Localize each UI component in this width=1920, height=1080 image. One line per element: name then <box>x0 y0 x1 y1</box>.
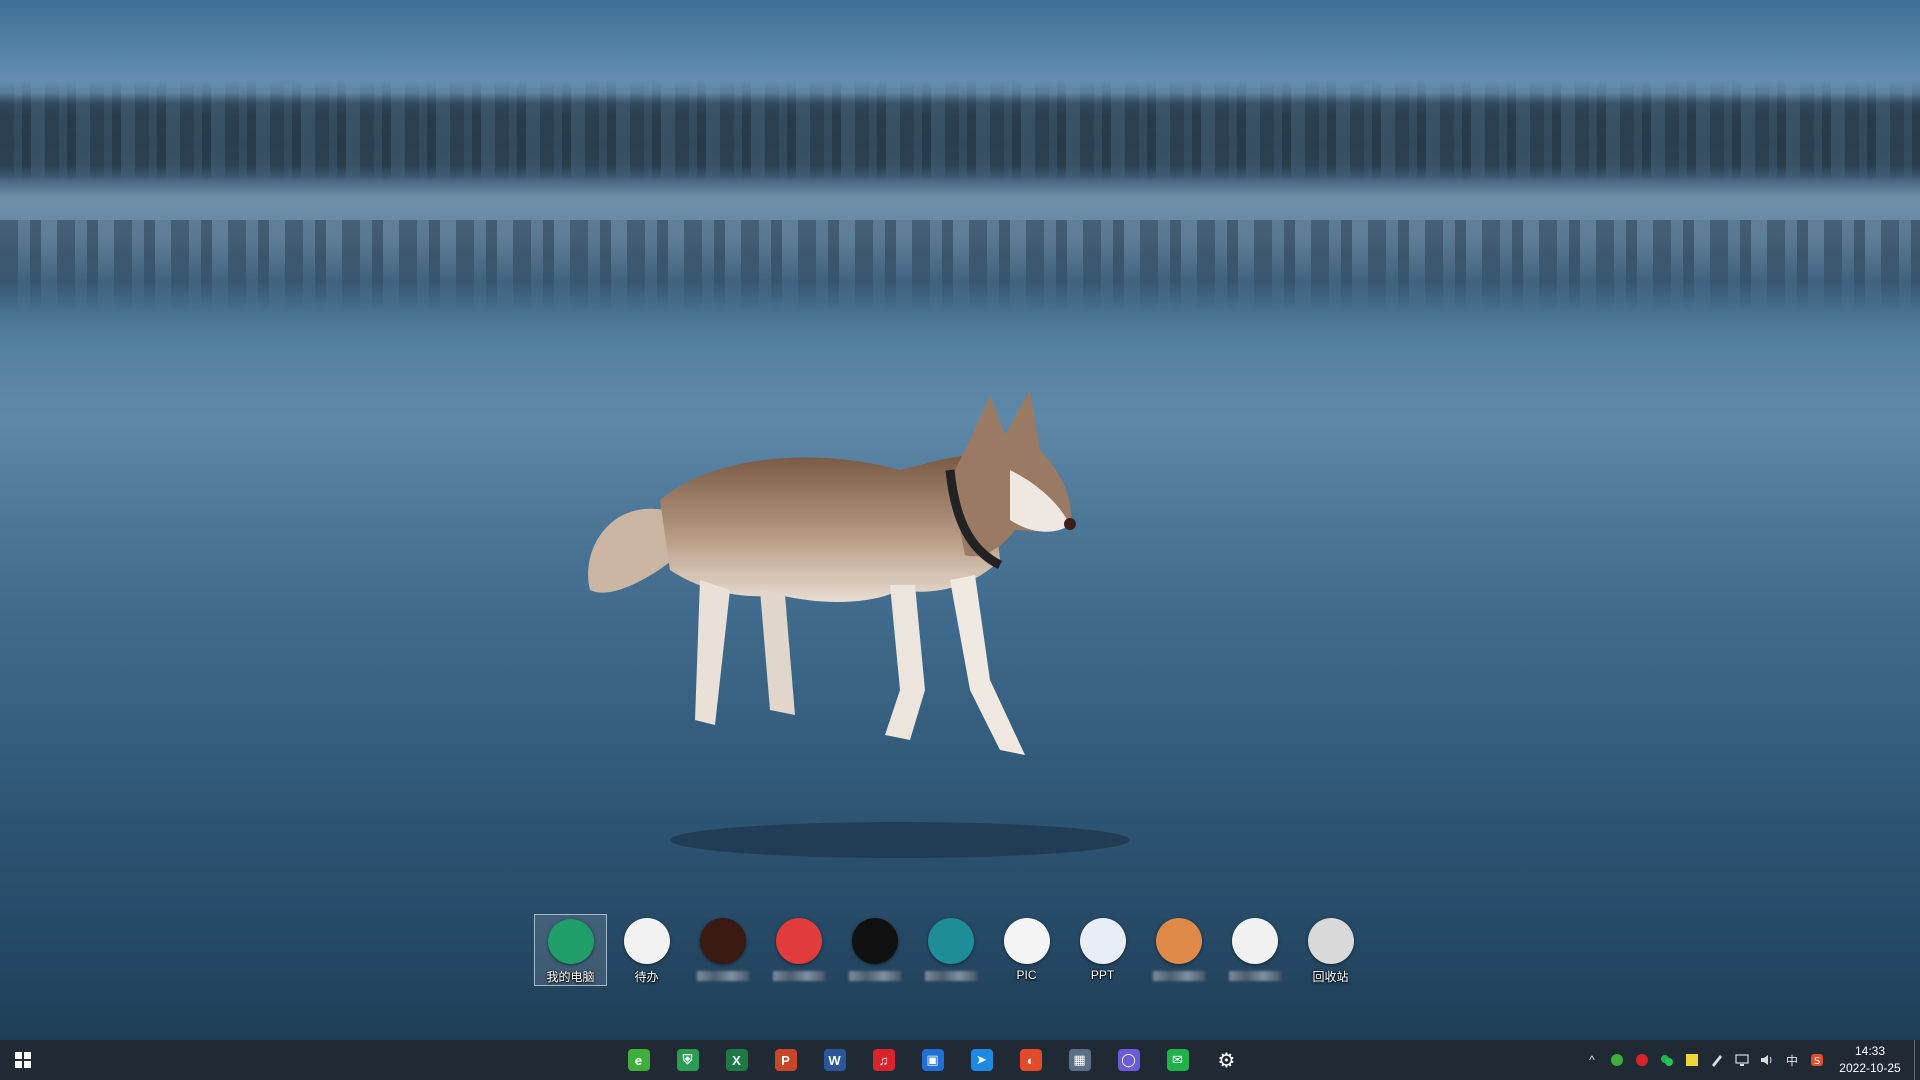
red-pinwheel-app-icon <box>775 918 822 964</box>
desktop-icon-label: 回收站 <box>1312 970 1349 984</box>
taskbar-app-button[interactable]: e <box>614 1040 663 1080</box>
arrow-app-icon: ➤ <box>970 1049 993 1071</box>
taskbar-app-button[interactable]: ➤ <box>957 1040 1006 1080</box>
red-swirl-app-icon: ◐ <box>1019 1049 1042 1071</box>
compass-todo-icon <box>623 918 670 964</box>
teal-wave-app-icon <box>927 918 974 964</box>
tray-network-icon[interactable] <box>1734 1052 1750 1068</box>
netease-music-icon: ♫ <box>872 1049 895 1071</box>
green-shield-icon: ⛨ <box>676 1049 699 1071</box>
shield-pc-icon <box>547 919 594 964</box>
desktop-icon-row: 我的电脑 待办 PIC PPT 回收站 <box>534 914 1370 986</box>
taskbar-app-button[interactable]: P <box>761 1040 810 1080</box>
powerpoint-icon: P <box>774 1049 797 1071</box>
desktop-icon[interactable] <box>686 914 759 986</box>
clock-time: 14:33 <box>1854 1044 1886 1058</box>
taskbar-clock[interactable]: 14:33 2022-10-25 <box>1830 1043 1910 1077</box>
tray-ime-indicator[interactable]: 中 <box>1784 1052 1800 1068</box>
tray-volume-icon[interactable] <box>1759 1052 1775 1068</box>
desktop-icon-label-redacted <box>1228 971 1281 981</box>
blue-app-icon: ▣ <box>921 1049 944 1071</box>
desktop-icon-label-redacted <box>848 971 901 981</box>
desktop-icon-label-redacted <box>924 971 977 981</box>
desktop-icon-label-redacted <box>772 971 825 981</box>
tray-overflow-chevron-icon[interactable]: ^ <box>1584 1052 1600 1068</box>
taskbar-pinned-apps: e ⛨ X P W ♫ ▣ ➤ ◐ ▦ ◯ ✉ ⚙ <box>614 1040 1251 1080</box>
tray-sticky-note-icon[interactable] <box>1684 1052 1700 1068</box>
desktop-icon[interactable]: 我的电脑 <box>534 914 607 986</box>
taskbar-app-button[interactable]: X <box>712 1040 761 1080</box>
green-browser-icon: e <box>627 1049 650 1071</box>
tray-pen-icon[interactable] <box>1709 1052 1725 1068</box>
taskbar-app-button[interactable]: ♫ <box>859 1040 908 1080</box>
start-button[interactable] <box>0 1040 46 1080</box>
desktop-icon[interactable]: PIC <box>990 914 1063 986</box>
calculator-icon: ▦ <box>1068 1049 1091 1071</box>
word-icon: W <box>823 1049 846 1071</box>
taskbar-app-button[interactable]: ▣ <box>908 1040 957 1080</box>
svg-text:S: S <box>1814 1056 1820 1067</box>
taskbar-app-button[interactable]: ✉ <box>1153 1040 1202 1080</box>
taskbar: e ⛨ X P W ♫ ▣ ➤ ◐ ▦ ◯ ✉ ⚙ ^ 中 S 14:33 2022-10-25 <box>0 1040 1920 1080</box>
desktop-icon[interactable] <box>762 914 835 986</box>
desktop-icon[interactable] <box>1218 914 1291 986</box>
settings-gear-icon: ⚙ <box>1217 1049 1236 1072</box>
show-desktop-button[interactable] <box>1914 1040 1920 1080</box>
desktop-icon[interactable] <box>838 914 911 986</box>
desktop-icon-label-redacted <box>696 971 749 981</box>
desktop-icon[interactable]: 待办 <box>610 914 683 986</box>
wallpaper-treeline <box>0 80 1920 180</box>
red-fox-app-icon <box>699 918 746 964</box>
desktop-icon-label: PIC <box>1016 968 1037 982</box>
desktop-icon-label: 我的电脑 <box>546 970 595 984</box>
mountain-app-icon <box>1155 918 1202 964</box>
wechat-icon: ✉ <box>1166 1049 1189 1071</box>
taskbar-app-button[interactable]: W <box>810 1040 859 1080</box>
wallpaper-treeline-reflection <box>0 220 1920 310</box>
taskbar-app-button[interactable]: ◐ <box>1006 1040 1055 1080</box>
tray-sogou-ime-icon[interactable]: S <box>1809 1052 1825 1068</box>
excel-icon: X <box>725 1049 748 1071</box>
desktop-icon[interactable]: PPT <box>1066 914 1139 986</box>
red-star-app-icon <box>851 918 898 964</box>
system-tray: ^ 中 S <box>1584 1040 1825 1080</box>
clock-date: 2022-10-25 <box>1839 1061 1901 1075</box>
purple-ring-icon: ◯ <box>1117 1049 1140 1071</box>
desktop-icon-label-redacted <box>1152 971 1205 981</box>
taskbar-app-button[interactable]: ◯ <box>1104 1040 1153 1080</box>
taskbar-app-button[interactable]: ▦ <box>1055 1040 1104 1080</box>
desktop-icon[interactable] <box>914 914 987 986</box>
desktop-icon[interactable]: 回收站 <box>1294 914 1367 986</box>
tray-netease-music-icon[interactable] <box>1634 1052 1650 1068</box>
desktop[interactable]: 我的电脑 待办 PIC PPT 回收站 <box>0 0 1920 1040</box>
wallpaper-husky <box>588 390 1130 858</box>
taskbar-app-button[interactable]: ⛨ <box>663 1040 712 1080</box>
desktop-icon-label: 待办 <box>634 970 659 984</box>
lion-app-icon <box>1231 918 1278 964</box>
tray-wechat-icon[interactable] <box>1659 1052 1675 1068</box>
tray-green-app-icon[interactable] <box>1609 1052 1625 1068</box>
desktop-icon-label: PPT <box>1090 968 1115 982</box>
taskbar-app-button[interactable]: ⚙ <box>1202 1040 1251 1080</box>
k-logo-icon <box>1079 918 1126 964</box>
bull-head-icon <box>1003 918 1050 964</box>
desktop-icon[interactable] <box>1142 914 1215 986</box>
recycle-bin-icon <box>1307 918 1354 964</box>
windows-logo-icon <box>15 1052 31 1068</box>
